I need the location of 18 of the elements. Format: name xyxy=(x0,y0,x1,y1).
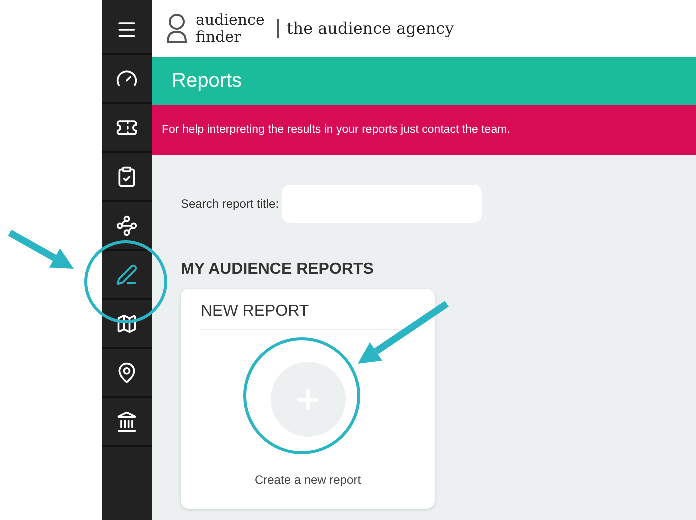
section-title: MY AUDIENCE REPORTS xyxy=(181,261,375,279)
help-banner: For help interpreting the results in your reports just contact the team. xyxy=(152,105,696,155)
logo-text: finder xyxy=(196,28,242,46)
logo-text: audience xyxy=(196,12,265,28)
building-icon xyxy=(116,410,138,432)
clipboard-check-icon xyxy=(116,166,138,188)
annotation-arrow xyxy=(8,230,74,269)
agency-name: the audience agency xyxy=(276,19,454,38)
pen-icon xyxy=(116,264,138,286)
page-title: Reports xyxy=(152,57,696,105)
location-pin-icon xyxy=(116,362,138,384)
person-icon xyxy=(166,14,188,44)
nodes-icon xyxy=(116,214,138,236)
gauge-icon xyxy=(116,68,138,90)
card-caption: Create a new report xyxy=(254,473,362,487)
search-label: Search report title: xyxy=(181,197,280,211)
map-icon xyxy=(116,312,138,334)
card-title: NEW REPORT xyxy=(201,289,415,330)
